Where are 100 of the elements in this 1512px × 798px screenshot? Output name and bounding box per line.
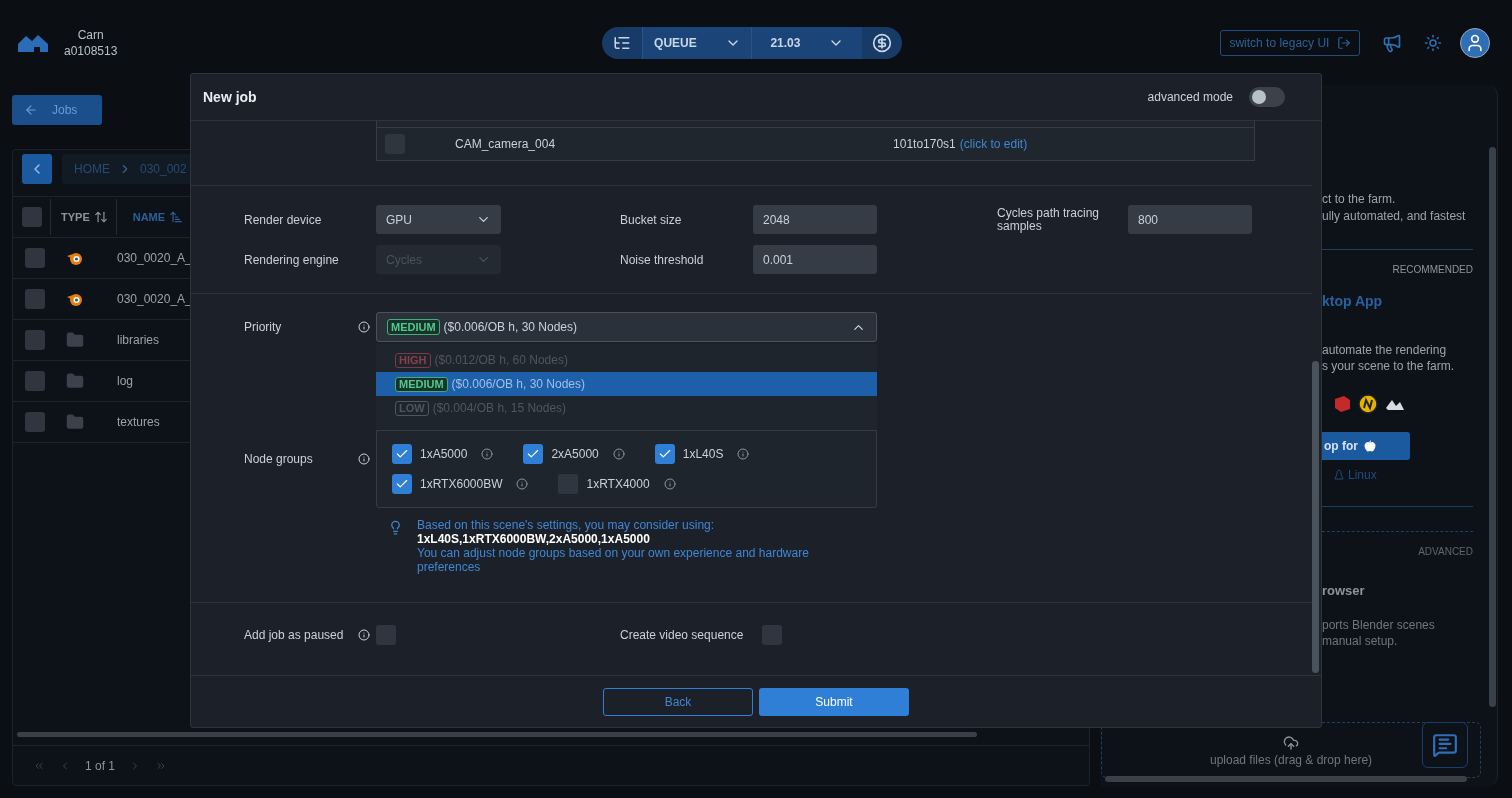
priority-price: ($0.006/OB h, 30 Nodes) xyxy=(451,376,586,393)
info-icon[interactable] xyxy=(612,448,625,460)
priority-badge: HIGH xyxy=(395,352,431,368)
field-label: Cycles path tracing samples xyxy=(997,206,1101,233)
checkmark-icon xyxy=(395,477,409,491)
megaphone-icon[interactable] xyxy=(1382,32,1403,53)
priority-price: ($0.006/OB h, 30 Nodes) xyxy=(443,319,578,336)
node-group-label: 1xRTX6000BW xyxy=(420,476,503,493)
suggested-node-groups: 1xL40S,1xRTX6000BW,2xA5000,1xA5000 xyxy=(417,532,857,546)
info-icon[interactable] xyxy=(663,478,676,490)
dialog-title: New job xyxy=(203,87,257,107)
file-name[interactable]: 030_0020_A_ xyxy=(117,249,192,267)
folder-icon xyxy=(66,413,84,431)
field-label: Node groups xyxy=(244,451,313,468)
input-field[interactable]: 2048 xyxy=(753,205,877,234)
hint-text: Based on this scene's settings, you may consider using: xyxy=(417,518,716,532)
checkbox[interactable] xyxy=(25,412,45,432)
file-name[interactable]: log xyxy=(117,372,133,390)
info-icon[interactable] xyxy=(358,453,370,465)
info-icon[interactable] xyxy=(516,478,529,490)
sort-icon xyxy=(93,210,108,224)
blender-icon xyxy=(66,250,84,266)
file-name[interactable]: textures xyxy=(117,413,160,431)
file-name[interactable]: libraries xyxy=(117,331,159,349)
app-description: s your scene to the farm. xyxy=(1322,358,1456,374)
node-group-label: 2xA5000 xyxy=(551,446,599,463)
horizontal-scrollbar[interactable] xyxy=(17,732,977,737)
checkbox[interactable] xyxy=(523,444,544,464)
field-label: Bucket size xyxy=(620,211,683,229)
page-indicator: 1 of 1 xyxy=(85,757,116,775)
edit-link[interactable]: (click to edit) xyxy=(959,135,1028,153)
vertical-scrollbar[interactable] xyxy=(1312,361,1319,673)
browser-title: rowser xyxy=(1322,582,1366,600)
checkbox[interactable] xyxy=(25,248,45,268)
back-button[interactable]: Back xyxy=(603,687,753,716)
download-button[interactable]: op for xyxy=(1322,432,1410,460)
folder-icon xyxy=(66,372,84,390)
checkmark-icon xyxy=(657,447,672,461)
penguin-icon xyxy=(1334,469,1344,481)
input-field[interactable]: 0.001 xyxy=(753,245,877,274)
select-all-checkbox[interactable] xyxy=(22,207,42,227)
render-device-select[interactable]: GPU xyxy=(376,205,501,234)
field-label: Add job as paused xyxy=(244,627,344,644)
upload-hint: upload files (drag & drop here) xyxy=(1209,752,1373,769)
info-icon[interactable] xyxy=(737,448,750,460)
app-title: ktop App xyxy=(1322,292,1384,311)
app-logo-icon xyxy=(1358,394,1378,414)
exit-icon xyxy=(1337,35,1352,50)
browser-description: manual setup. xyxy=(1322,632,1399,649)
lightbulb-icon xyxy=(388,520,403,535)
checkbox[interactable] xyxy=(392,444,412,464)
avatar[interactable] xyxy=(1460,27,1491,58)
user-id: a0108513 xyxy=(64,42,118,59)
advanced-tag: ADVANCED xyxy=(1418,544,1473,559)
hint-text: You can adjust node groups based on your own experience and hardware preferences xyxy=(417,546,810,574)
priority-option[interactable]: MEDIUM ($0.006/OB h, 30 Nodes) xyxy=(376,372,877,396)
node-group-label: 1xRTX4000 xyxy=(586,476,650,493)
theme-icon[interactable] xyxy=(1424,33,1443,52)
field-label: Priority xyxy=(244,319,282,336)
checkbox[interactable] xyxy=(654,444,675,464)
browser-description: ports Blender scenes xyxy=(1322,616,1436,633)
user-name: Carn xyxy=(77,26,104,43)
info-icon[interactable] xyxy=(481,448,494,460)
blender-icon xyxy=(66,291,84,307)
field-label: Noise threshold xyxy=(620,251,705,269)
recommended-tag: RECOMMENDED xyxy=(1392,262,1473,277)
frame-range: 101to170s1 xyxy=(893,136,956,153)
app-description: automate the rendering xyxy=(1322,342,1448,358)
queue-dropdown[interactable]: QUEUE xyxy=(642,26,753,59)
priority-badge: MEDIUM xyxy=(387,319,440,335)
intro-text: ct to the farm. xyxy=(1322,191,1397,208)
info-icon[interactable] xyxy=(358,321,370,333)
camera-name: CAM_camera_004 xyxy=(455,136,556,153)
upload-icon xyxy=(1283,735,1299,751)
field-label: Create video sequence xyxy=(620,628,745,642)
advanced-mode-toggle[interactable] xyxy=(1249,87,1285,107)
input-field[interactable]: 800 xyxy=(1128,205,1252,234)
field-label: Rendering engine xyxy=(244,251,340,269)
back-button[interactable] xyxy=(22,154,52,184)
node-group-label: 1xA5000 xyxy=(420,446,468,463)
info-icon[interactable] xyxy=(358,629,370,641)
version-dropdown[interactable]: 21.03 xyxy=(752,26,863,59)
priority-badge: MEDIUM xyxy=(395,376,448,392)
vertical-scrollbar[interactable] xyxy=(1489,147,1496,707)
file-name[interactable]: 030_0020_A_ xyxy=(117,290,192,308)
checkbox[interactable] xyxy=(25,371,45,391)
checkmark-icon xyxy=(395,447,409,461)
horizontal-scrollbar[interactable] xyxy=(1105,776,1467,782)
checkbox[interactable] xyxy=(392,474,412,494)
advanced-mode-label: advanced mode xyxy=(1147,89,1233,106)
column-header[interactable]: TYPE xyxy=(61,199,117,235)
apple-icon xyxy=(1364,440,1376,452)
submit-button[interactable]: Submit xyxy=(759,687,909,716)
chat-icon xyxy=(1432,732,1458,758)
priority-select[interactable]: MEDIUM ($0.006/OB h, 30 Nodes) xyxy=(376,312,877,342)
checkbox[interactable] xyxy=(25,330,45,350)
checkbox[interactable] xyxy=(25,289,45,309)
chat-button[interactable] xyxy=(1422,722,1468,768)
checkmark-icon xyxy=(526,447,541,461)
field-label: Render device xyxy=(244,211,323,229)
